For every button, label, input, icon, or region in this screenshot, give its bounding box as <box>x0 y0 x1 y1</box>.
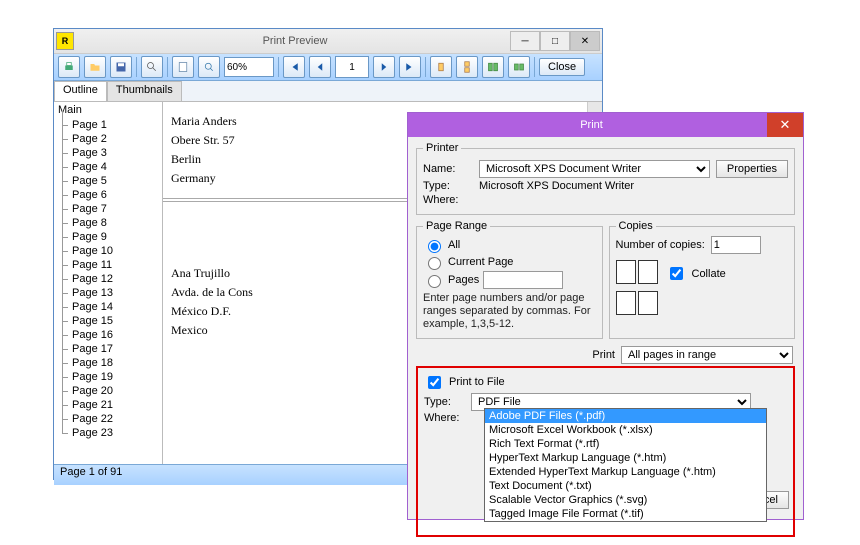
outline-page-item[interactable]: Page 15 <box>54 314 162 328</box>
outline-page-item[interactable]: Page 17 <box>54 342 162 356</box>
toolbar: Close <box>54 54 602 81</box>
find-icon[interactable] <box>141 56 163 78</box>
range-current-radio[interactable] <box>428 257 441 270</box>
close-dialog-button[interactable]: ✕ <box>767 113 803 137</box>
dropdown-option[interactable]: Rich Text Format (*.rtf) <box>485 437 766 451</box>
range-pages-radio[interactable] <box>428 275 441 288</box>
collate-icon <box>638 260 658 284</box>
app-icon: R <box>56 32 74 50</box>
outline-page-item[interactable]: Page 21 <box>54 398 162 412</box>
outline-page-item[interactable]: Page 10 <box>54 244 162 258</box>
printer-where-label: Where: <box>423 194 473 206</box>
page-range-group: Page Range All Current Page Pages Enter … <box>416 220 603 339</box>
outline-page-item[interactable]: Page 14 <box>54 300 162 314</box>
last-page-icon[interactable] <box>399 56 421 78</box>
dropdown-option[interactable]: Adobe PDF Files (*.pdf) <box>485 409 766 423</box>
outline-page-item[interactable]: Page 6 <box>54 188 162 202</box>
print-select-label: Print <box>592 349 615 361</box>
page-number-input[interactable] <box>335 56 369 78</box>
save-icon[interactable] <box>110 56 132 78</box>
multi-page-icon[interactable] <box>482 56 504 78</box>
collate-icon <box>638 291 658 315</box>
outline-panel: Main Page 1Page 2Page 3Page 4Page 5Page … <box>54 102 163 464</box>
outline-page-item[interactable]: Page 4 <box>54 160 162 174</box>
properties-button[interactable]: Properties <box>716 160 788 178</box>
outline-page-item[interactable]: Page 19 <box>54 370 162 384</box>
print-dialog: Print ✕ Printer Name: Microsoft XPS Docu… <box>407 112 804 520</box>
first-page-icon[interactable] <box>283 56 305 78</box>
page-setup-icon[interactable] <box>172 56 194 78</box>
outline-page-item[interactable]: Page 20 <box>54 384 162 398</box>
outline-page-item[interactable]: Page 9 <box>54 230 162 244</box>
range-all-radio[interactable] <box>428 240 441 253</box>
print-to-file-checkbox[interactable] <box>428 376 441 389</box>
prev-page-icon[interactable] <box>309 56 331 78</box>
print-select[interactable]: All pages in range <box>621 346 793 364</box>
print-titlebar: Print ✕ <box>408 113 803 137</box>
tab-outline[interactable]: Outline <box>54 81 107 101</box>
printer-type-label: Type: <box>423 180 473 192</box>
dropdown-option[interactable]: Extended HyperText Markup Language (*.ht… <box>485 465 766 479</box>
ptf-where-label: Where: <box>424 412 466 424</box>
outline-page-item[interactable]: Page 8 <box>54 216 162 230</box>
outline-page-item[interactable]: Page 23 <box>54 426 162 440</box>
outline-page-item[interactable]: Page 7 <box>54 202 162 216</box>
outline-page-item[interactable]: Page 13 <box>54 286 162 300</box>
zoom-input[interactable] <box>224 57 274 77</box>
range-hint: Enter page numbers and/or page ranges se… <box>423 292 596 332</box>
tab-bar: Outline Thumbnails <box>54 81 602 102</box>
dropdown-option[interactable]: Tagged Image File Format (*.tif) <box>485 507 766 521</box>
dropdown-option[interactable]: Microsoft Excel Workbook (*.xlsx) <box>485 423 766 437</box>
range-pages-input[interactable] <box>483 271 563 289</box>
print-icon[interactable] <box>58 56 80 78</box>
collate-checkbox[interactable] <box>670 267 683 280</box>
printer-name-label: Name: <box>423 163 473 175</box>
minimize-button[interactable]: ─ <box>510 31 540 51</box>
outline-page-item[interactable]: Page 2 <box>54 132 162 146</box>
outline-root[interactable]: Main <box>54 102 162 118</box>
outline-page-item[interactable]: Page 5 <box>54 174 162 188</box>
copies-input[interactable] <box>711 236 761 254</box>
close-preview-button[interactable]: Close <box>539 58 585 76</box>
outline-page-item[interactable]: Page 1 <box>54 118 162 132</box>
printer-type-value: Microsoft XPS Document Writer <box>479 180 634 192</box>
next-page-icon[interactable] <box>373 56 395 78</box>
tab-thumbnails[interactable]: Thumbnails <box>107 81 182 101</box>
printer-group: Printer Name: Microsoft XPS Document Wri… <box>416 142 795 215</box>
ptf-type-dropdown[interactable]: Adobe PDF Files (*.pdf)Microsoft Excel W… <box>484 408 767 522</box>
collate-icon <box>616 291 636 315</box>
dropdown-option[interactable]: HyperText Markup Language (*.htm) <box>485 451 766 465</box>
copies-label: Number of copies: <box>616 239 705 251</box>
collate-icon <box>616 260 636 284</box>
outline-page-item[interactable]: Page 3 <box>54 146 162 160</box>
maximize-button[interactable]: □ <box>540 31 570 51</box>
titlebar: R Print Preview ─ □ ✕ <box>54 29 602 54</box>
printer-name-select[interactable]: Microsoft XPS Document Writer <box>479 160 710 178</box>
print-to-file-group: Print to File Type: PDF File Where: Adob… <box>416 366 795 537</box>
dropdown-option[interactable]: Text Document (*.txt) <box>485 479 766 493</box>
outline-page-item[interactable]: Page 22 <box>54 412 162 426</box>
outline-page-item[interactable]: Page 12 <box>54 272 162 286</box>
outline-page-item[interactable]: Page 16 <box>54 328 162 342</box>
print-title: Print <box>416 119 767 131</box>
dropdown-option[interactable]: Scalable Vector Graphics (*.svg) <box>485 493 766 507</box>
open-icon[interactable] <box>84 56 106 78</box>
zoom-icon[interactable] <box>198 56 220 78</box>
copies-group: Copies Number of copies: Collate <box>609 220 796 339</box>
continuous-icon[interactable] <box>456 56 478 78</box>
outline-page-item[interactable]: Page 18 <box>54 356 162 370</box>
close-window-button[interactable]: ✕ <box>570 31 600 51</box>
single-page-icon[interactable] <box>430 56 452 78</box>
facing-icon[interactable] <box>508 56 530 78</box>
ptf-type-label: Type: <box>424 396 466 408</box>
window-title: Print Preview <box>80 35 510 47</box>
outline-page-item[interactable]: Page 11 <box>54 258 162 272</box>
